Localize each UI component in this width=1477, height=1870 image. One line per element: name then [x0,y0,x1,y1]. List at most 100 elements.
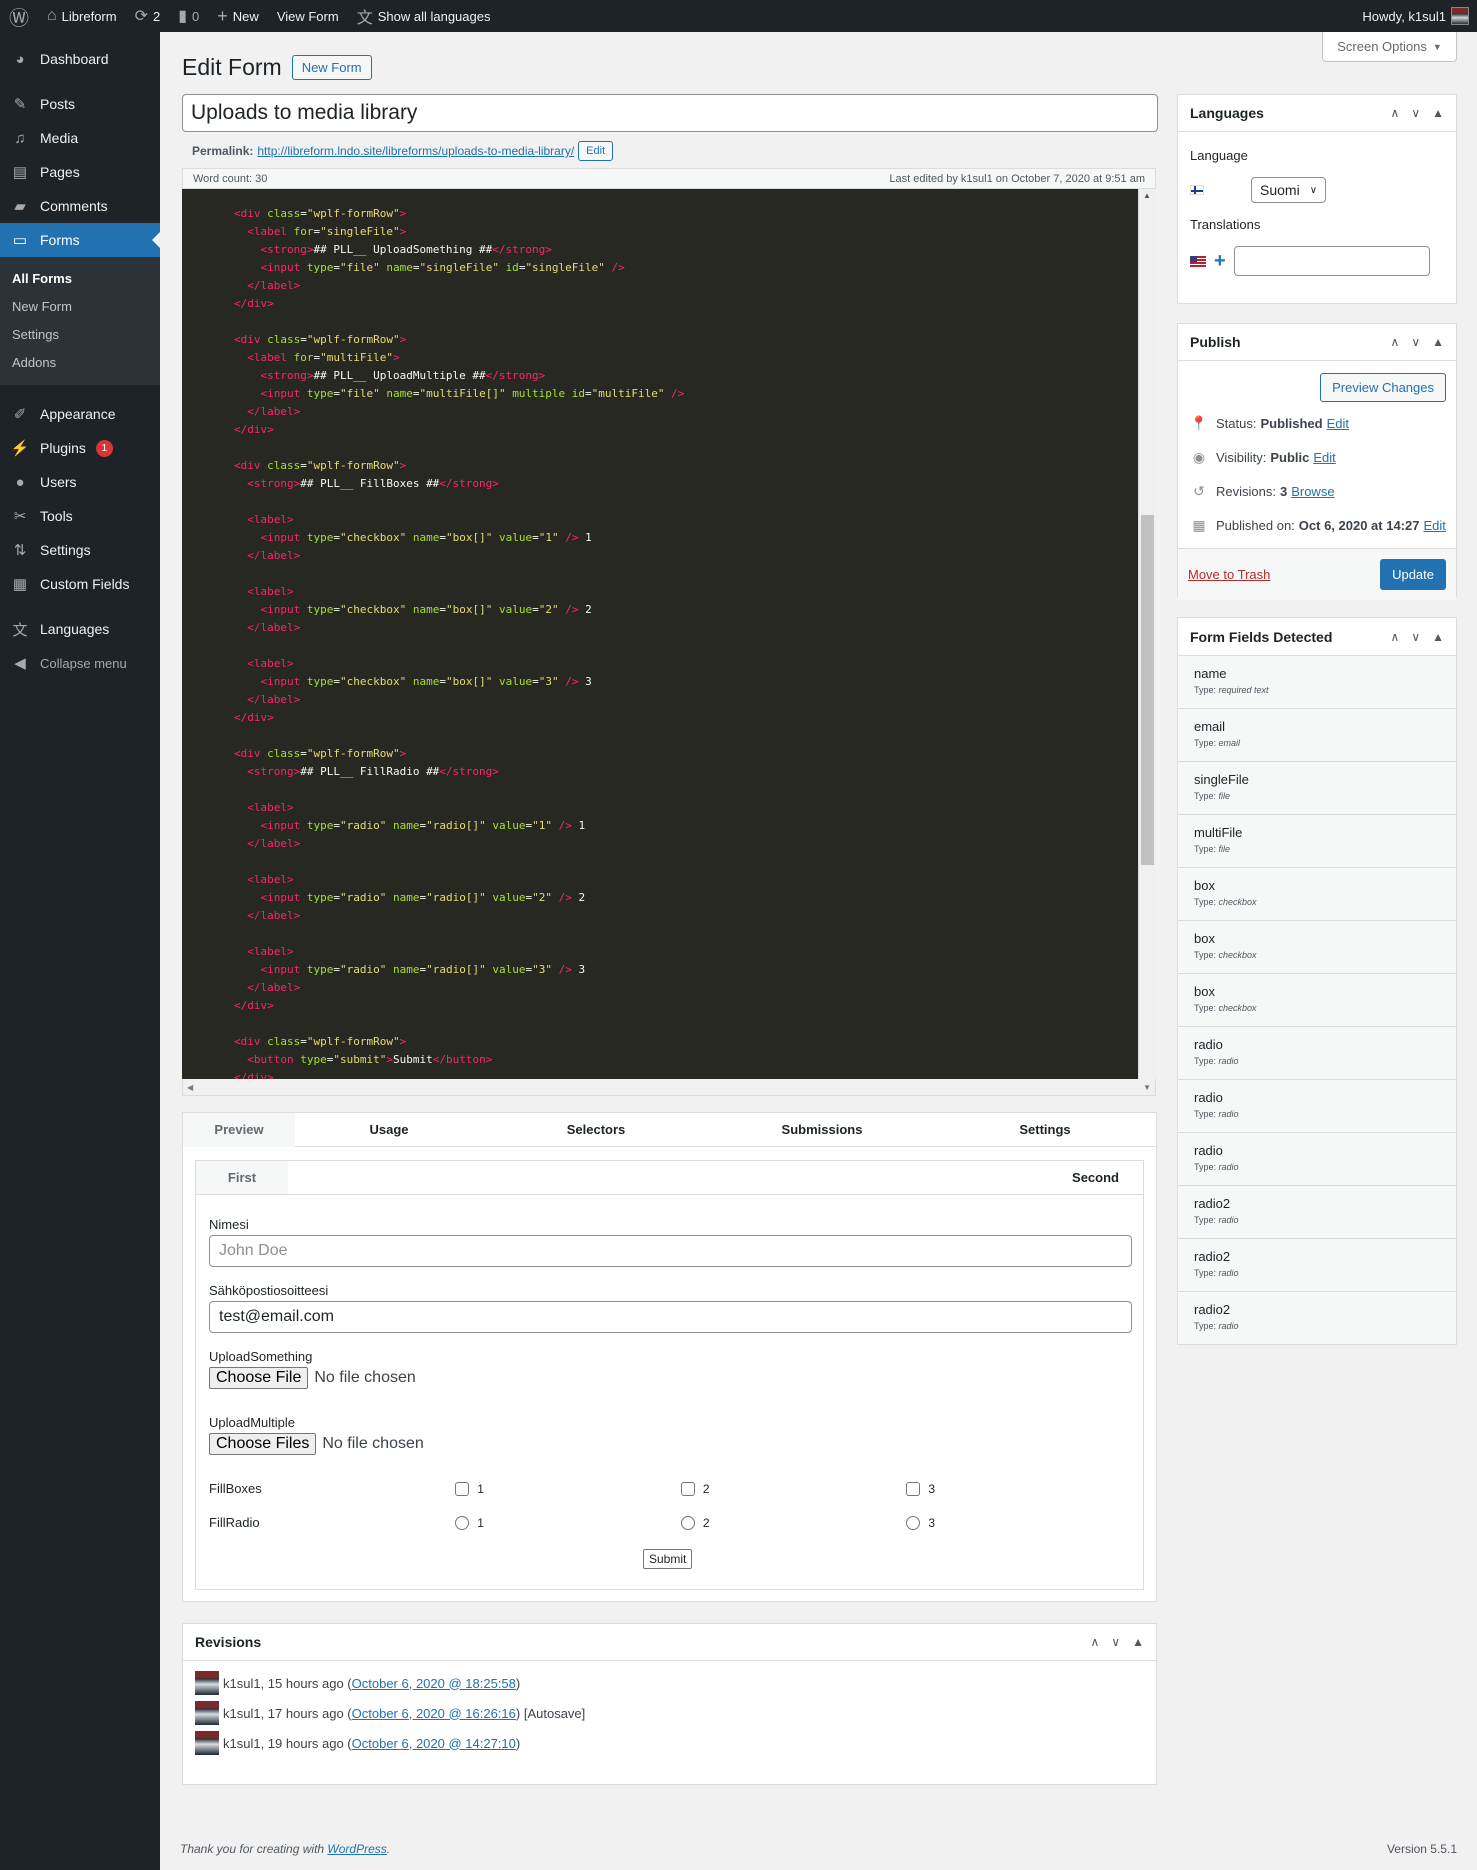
edit-status-link[interactable]: Edit [1327,416,1349,431]
submenu-new-form[interactable]: New Form [0,293,160,321]
toggle-panel-icon[interactable]: ▲ [1432,630,1444,644]
no-file-text: No file chosen [314,1369,416,1386]
scrollbar-thumb[interactable] [1141,515,1154,865]
submit-button[interactable]: Submit [643,1549,693,1569]
name-input[interactable]: John Doe [209,1235,1132,1267]
field-type: Type: radio [1194,1162,1239,1172]
wordpress-link[interactable]: WordPress [327,1842,386,1856]
comment-icon: ▰ [14,198,26,215]
radio-2[interactable] [680,1515,695,1530]
sidebar-item-pages[interactable]: ▤ Pages [0,155,160,189]
tab-usage[interactable]: Usage [295,1113,483,1147]
subtab-second[interactable]: Second [1048,1161,1143,1194]
radio-1[interactable] [455,1515,470,1530]
edit-date-link[interactable]: Edit [1423,518,1445,533]
code-editor-horizontal-scrollbar[interactable]: ◀ ▼ [182,1079,1156,1096]
edit-permalink-button[interactable]: Edit [578,141,614,161]
sidebar-item-custom-fields[interactable]: ▦ Custom Fields [0,567,160,601]
sidebar-item-appearance[interactable]: ✐ Appearance [0,397,160,431]
move-to-trash-link[interactable]: Move to Trash [1188,567,1270,582]
refresh-icon: ⟳ [134,8,148,25]
comments-link[interactable]: ▮ 0 [169,0,208,32]
move-up-icon[interactable]: ∧ [1391,106,1400,120]
sidebar-item-languages[interactable]: 文 Languages [0,612,160,646]
user-account-menu[interactable]: Howdy, k1sul1 [1353,0,1477,32]
move-up-icon[interactable]: ∧ [1091,1635,1100,1649]
editor-status-bar: Word count: 30 Last edited by k1sul1 on … [182,168,1156,189]
radio-3[interactable] [906,1515,921,1530]
checkbox-1[interactable] [455,1481,470,1496]
submenu-settings[interactable]: Settings [0,321,160,349]
sidebar-item-dashboard[interactable]: ◕ Dashboard [0,42,160,76]
move-down-icon[interactable]: ∨ [1411,335,1420,349]
collapse-menu-button[interactable]: ◀ Collapse menu [0,646,160,680]
checkbox-2[interactable] [680,1481,695,1496]
move-down-icon[interactable]: ∨ [1411,106,1420,120]
sidebar-item-settings[interactable]: ⇅ Settings [0,533,160,567]
new-form-button[interactable]: New Form [291,55,372,80]
tab-settings[interactable]: Settings [935,1113,1155,1147]
code-line: </label> [234,279,301,292]
checkbox-3[interactable] [906,1481,921,1496]
scroll-up-icon[interactable]: ▲ [1143,191,1151,200]
show-all-languages-link[interactable]: 文 Show all languages [348,0,500,32]
move-down-icon[interactable]: ∨ [1111,1635,1120,1649]
move-up-icon[interactable]: ∧ [1391,335,1400,349]
comment-icon: ▮ [178,8,188,25]
toggle-panel-icon[interactable]: ▲ [1132,1635,1144,1649]
screen-options-button[interactable]: Screen Options ▼ [1322,32,1457,62]
browse-revisions-link[interactable]: Browse [1291,484,1334,499]
submenu-addons[interactable]: Addons [0,349,160,377]
revision-link[interactable]: October 6, 2020 @ 16:26:16 [352,1706,516,1721]
sidebar-item-media[interactable]: ♫ Media [0,121,160,155]
field-type: Type: radio [1194,1268,1239,1278]
wordpress-logo-button[interactable]: Ⓦ [0,0,38,32]
edit-visibility-link[interactable]: Edit [1313,450,1335,465]
translate-icon: 文 [12,621,28,639]
code-line: <input type="checkbox" name="box[]" valu… [234,675,592,688]
update-button[interactable]: Update [1380,559,1446,590]
view-form-link[interactable]: View Form [268,0,348,32]
move-up-icon[interactable]: ∧ [1391,630,1400,644]
plugin-icon: ⚡ [10,440,30,457]
sidebar-item-users[interactable]: ● Users [0,465,160,499]
post-title-input[interactable]: Uploads to media library [182,94,1158,132]
scroll-down-icon[interactable]: ▼ [1143,1083,1151,1092]
tab-selectors[interactable]: Selectors [483,1113,709,1147]
revision-link[interactable]: October 6, 2020 @ 18:25:58 [352,1676,516,1691]
tab-submissions[interactable]: Submissions [709,1113,935,1147]
tab-preview[interactable]: Preview [183,1112,295,1147]
move-down-icon[interactable]: ∨ [1411,630,1420,644]
new-content-link[interactable]: + New [208,0,268,32]
updates-link[interactable]: ⟳ 2 [126,0,170,32]
toggle-panel-icon[interactable]: ▲ [1432,335,1444,349]
choose-files-button[interactable]: Choose Files [209,1433,317,1455]
code-editor[interactable]: <div class="wplf-formRow"> <label for="s… [182,189,1138,1079]
site-name-link[interactable]: ⌂ Libreform [38,0,126,32]
code-line: </label> [234,837,301,850]
translation-input[interactable] [1233,246,1430,276]
form-field-item: email Type: email [1178,708,1456,761]
scroll-left-icon[interactable]: ◀ [187,1083,193,1092]
version-text: Version 5.5.1 [1386,1842,1457,1856]
form-field-item: radio Type: radio [1178,1026,1456,1079]
form-field-item: box Type: checkbox [1178,867,1456,920]
code-line: <strong>## PLL__ UploadSomething ##</str… [234,243,552,256]
sidebar-item-tools[interactable]: ✂ Tools [0,499,160,533]
preview-changes-button[interactable]: Preview Changes [1320,373,1446,402]
sidebar-item-plugins[interactable]: ⚡ Plugins 1 [0,431,160,465]
language-select[interactable]: Suomi ∨ [1251,177,1327,203]
sidebar-item-forms[interactable]: ▭ Forms [0,223,160,257]
sidebar-item-comments[interactable]: ▰ Comments [0,189,160,223]
revision-link[interactable]: October 6, 2020 @ 14:27:10 [352,1736,516,1751]
submenu-all-forms[interactable]: All Forms [0,265,160,293]
add-translation-icon[interactable]: + [1214,250,1226,273]
code-editor-vertical-scrollbar[interactable]: ▲ [1138,189,1156,1079]
sidebar-item-posts[interactable]: ✎ Posts [0,87,160,121]
permalink-link[interactable]: http://libreform.lndo.site/libreforms/up… [257,144,574,158]
subtab-first[interactable]: First [196,1161,288,1194]
email-input[interactable]: test@email.com [209,1301,1132,1333]
code-line: <label for="multiFile"> [234,351,400,364]
toggle-panel-icon[interactable]: ▲ [1432,106,1444,120]
choose-file-button[interactable]: Choose File [209,1367,309,1389]
